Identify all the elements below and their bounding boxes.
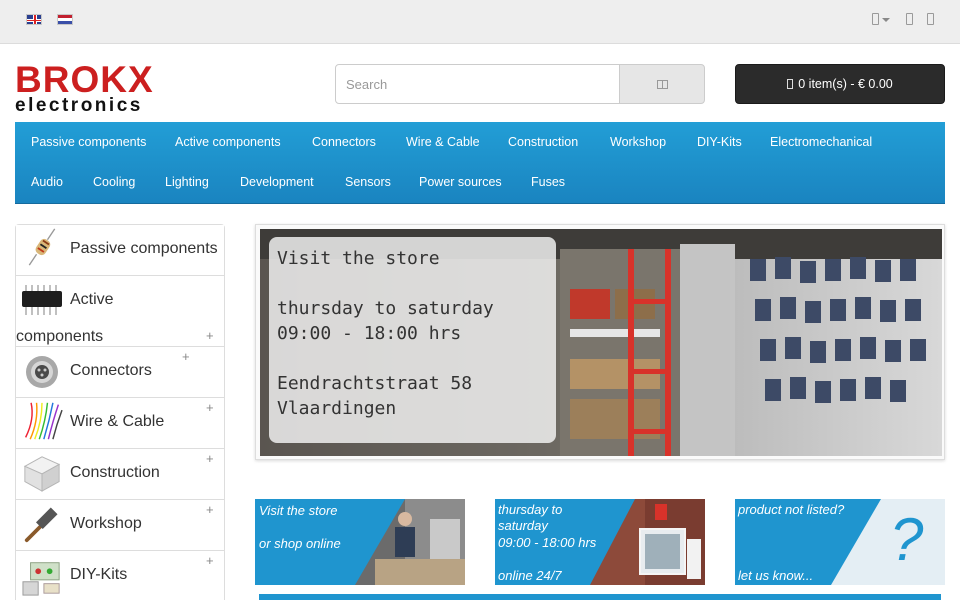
top-bar xyxy=(0,0,960,44)
sidebar-item-label-continued: components xyxy=(16,328,104,345)
promo-line: online 24/7 xyxy=(498,568,562,583)
enclosure-icon xyxy=(23,456,61,492)
cart-icon[interactable] xyxy=(927,13,934,25)
sidebar-item-construction[interactable]: Construction + xyxy=(16,449,224,500)
expand-icon[interactable]: + xyxy=(206,400,214,415)
nav-item-construction[interactable]: Construction xyxy=(508,135,578,149)
nav-item-wire-cable[interactable]: Wire & Cable xyxy=(406,135,480,149)
search-button[interactable] xyxy=(619,64,705,104)
connector-icon xyxy=(26,356,58,388)
resistor-icon xyxy=(28,228,56,266)
sidebar-item-label: Workshop xyxy=(70,515,142,532)
sidebar-item-label: Active xyxy=(70,291,114,308)
cart-icon xyxy=(787,79,794,89)
category-nav: Passive components Active components Con… xyxy=(15,122,945,204)
bottom-banner-strip xyxy=(259,594,941,600)
promo-line: thursday to xyxy=(498,502,563,517)
cart-button[interactable]: 0 item(s) - € 0.00 xyxy=(735,64,945,104)
dutch-flag-icon[interactable] xyxy=(57,14,73,25)
banner-line-title: Visit the store xyxy=(277,248,440,269)
sidebar-item-label: DIY-Kits xyxy=(70,566,128,583)
logo[interactable]: BROKX electronics xyxy=(15,59,167,115)
promo-line: let us know... xyxy=(738,568,814,583)
nav-item-audio[interactable]: Audio xyxy=(31,175,63,189)
nav-item-fuses[interactable]: Fuses xyxy=(531,175,565,189)
diy-kit-icon xyxy=(22,562,60,596)
banner-line-hours: 09:00 - 18:00 hrs xyxy=(277,323,462,344)
expand-icon[interactable]: + xyxy=(206,553,214,568)
banner-line-street: Eendrachtstraat 58 xyxy=(277,373,473,394)
promo-visit-store[interactable]: Visit the store or shop online xyxy=(255,499,465,585)
expand-icon[interactable]: + xyxy=(206,451,214,466)
nav-item-diy-kits[interactable]: DIY-Kits xyxy=(697,135,742,149)
sidebar-item-label: Passive components xyxy=(70,240,218,257)
banner-line-city: Vlaardingen xyxy=(277,398,397,419)
category-sidebar: Passive components Active components + C… xyxy=(15,224,225,600)
nav-item-lighting[interactable]: Lighting xyxy=(165,175,209,189)
heart-icon[interactable] xyxy=(906,13,913,25)
expand-icon[interactable]: + xyxy=(182,349,190,364)
logo-brand: BROKX xyxy=(15,59,154,100)
promo-line: Visit the store xyxy=(259,503,338,518)
promo-product-request[interactable]: product not listed? let us know... ? xyxy=(735,499,945,585)
promo-line: saturday xyxy=(498,518,548,533)
search-input[interactable] xyxy=(335,64,620,104)
sidebar-item-wire-cable[interactable]: Wire & Cable + xyxy=(16,398,224,449)
nav-item-connectors[interactable]: Connectors xyxy=(312,135,376,149)
sidebar-item-label: Construction xyxy=(70,464,160,481)
promo-line: 09:00 - 18:00 hrs xyxy=(498,535,597,550)
user-icon[interactable] xyxy=(872,13,879,25)
nav-item-electromechanical[interactable]: Electromechanical xyxy=(770,135,872,149)
nav-item-development[interactable]: Development xyxy=(240,175,314,189)
question-mark-icon: ? xyxy=(890,506,924,573)
promo-opening-hours[interactable]: thursday to saturday 09:00 - 18:00 hrs o… xyxy=(495,499,705,585)
expand-icon[interactable]: + xyxy=(206,328,214,343)
promo-line: or shop online xyxy=(259,536,341,551)
english-flag-icon[interactable] xyxy=(26,14,42,25)
nav-item-sensors[interactable]: Sensors xyxy=(345,175,391,189)
sidebar-item-connectors[interactable]: Connectors + xyxy=(16,347,224,398)
sidebar-item-passive-components[interactable]: Passive components xyxy=(16,225,224,276)
nav-item-active-components[interactable]: Active components xyxy=(175,135,281,149)
sidebar-item-workshop[interactable]: Workshop + xyxy=(16,500,224,551)
sidebar-item-label: Wire & Cable xyxy=(70,413,165,430)
chevron-down-icon[interactable] xyxy=(882,18,890,22)
sidebar-item-label: Connectors xyxy=(70,362,152,379)
wire-bundle-icon xyxy=(24,402,63,440)
promo-line: product not listed? xyxy=(738,502,845,517)
nav-item-workshop[interactable]: Workshop xyxy=(610,135,666,149)
nav-item-cooling[interactable]: Cooling xyxy=(93,175,135,189)
expand-icon[interactable]: + xyxy=(206,502,214,517)
ic-chip-icon xyxy=(22,285,62,315)
cart-summary: 0 item(s) - € 0.00 xyxy=(798,77,893,91)
banner-line-days: thursday to saturday xyxy=(277,298,494,319)
sidebar-item-active-components[interactable]: Active components + xyxy=(16,276,224,347)
nav-item-passive-components[interactable]: Passive components xyxy=(31,135,146,149)
search-icon xyxy=(657,80,668,89)
hammer-icon xyxy=(24,507,58,543)
sidebar-item-diy-kits[interactable]: DIY-Kits + xyxy=(16,551,224,600)
nav-item-power-sources[interactable]: Power sources xyxy=(419,175,502,189)
